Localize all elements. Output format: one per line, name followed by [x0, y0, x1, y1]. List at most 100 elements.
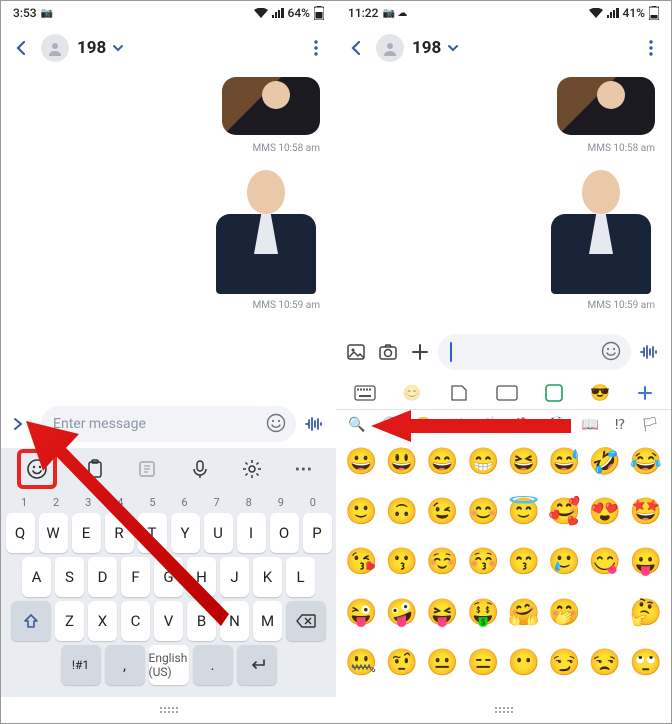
emoji[interactable]: 😉 [423, 494, 462, 530]
voice-icon[interactable] [304, 414, 326, 434]
more-toolbar-icon[interactable]: ⋯ [290, 455, 318, 483]
emoji[interactable]: 🥰 [545, 494, 584, 530]
shift-key[interactable] [11, 601, 51, 641]
emoji[interactable]: 😇 [505, 494, 544, 530]
emoji[interactable]: 🤗 [505, 595, 544, 631]
more-icon[interactable] [304, 36, 328, 60]
key[interactable]: S [55, 557, 84, 597]
emoji-icon[interactable] [601, 341, 623, 363]
emoji-cat[interactable]: 🏳 [641, 417, 659, 433]
emoji[interactable]: 😁 [464, 444, 503, 480]
key[interactable]: T [138, 513, 167, 553]
emoji[interactable]: 🤣 [586, 444, 625, 480]
emoji[interactable]: 🤔 [626, 595, 665, 631]
text-extract-icon[interactable] [133, 455, 161, 483]
back-icon[interactable] [344, 36, 368, 60]
avatar[interactable] [41, 34, 69, 62]
emoji[interactable]: ☺️ [423, 544, 462, 580]
settings-icon[interactable] [238, 455, 266, 483]
emoji[interactable]: 😄 [423, 444, 462, 480]
sticker-tab-icon[interactable] [449, 383, 469, 403]
message-input[interactable] [438, 334, 631, 370]
emoji[interactable]: 🤪 [383, 595, 422, 631]
key[interactable]: K [253, 557, 282, 597]
keyboard-tab-icon[interactable] [354, 385, 376, 401]
emoji[interactable]: 😶 [505, 645, 544, 681]
voice-icon[interactable] [639, 342, 661, 362]
emoji[interactable]: 😆 [505, 444, 544, 480]
gif-tab-icon[interactable] [496, 385, 518, 401]
back-icon[interactable] [9, 36, 33, 60]
key[interactable]: D [88, 557, 117, 597]
comma-key[interactable]: , [105, 645, 145, 685]
key[interactable]: Y [171, 513, 200, 553]
bitmoji-tab-icon[interactable] [545, 384, 563, 402]
key[interactable]: B [187, 601, 216, 641]
message-image[interactable] [557, 77, 655, 135]
emoji[interactable]: 😒 [586, 645, 625, 681]
emoji-cat[interactable]: 📖 [582, 417, 599, 433]
emoji-key-icon[interactable] [23, 455, 51, 483]
emoji[interactable]: 😜 [342, 595, 381, 631]
emoji[interactable]: 😂 [626, 444, 665, 480]
emoji[interactable]: 🙃 [383, 494, 422, 530]
key[interactable]: N [220, 601, 249, 641]
emoji-tab[interactable]: 😊 [403, 384, 422, 402]
emoji[interactable]: 😏 [545, 645, 584, 681]
backspace-key[interactable] [286, 601, 326, 641]
emoji[interactable]: 😚 [464, 544, 503, 580]
camera-icon[interactable] [378, 342, 398, 362]
key[interactable]: I [237, 513, 266, 553]
key[interactable]: R [105, 513, 134, 553]
emoji[interactable]: 🤨 [383, 645, 422, 681]
emoji[interactable]: 😛 [626, 544, 665, 580]
keyboard-handle-icon[interactable] [492, 705, 516, 715]
keyboard-handle-icon[interactable] [157, 705, 181, 715]
contact-name[interactable]: 198 [412, 38, 459, 58]
add-tab-icon[interactable] [637, 385, 653, 401]
symbols-key[interactable]: !#1 [61, 645, 101, 685]
message-image[interactable] [547, 166, 655, 294]
key[interactable]: L [286, 557, 315, 597]
emoji[interactable]: 😃 [383, 444, 422, 480]
emoji[interactable]: 😑 [464, 645, 503, 681]
enter-key[interactable] [237, 645, 277, 685]
key[interactable]: G [154, 557, 183, 597]
key[interactable]: O [270, 513, 299, 553]
emoji[interactable]: 🙄 [626, 645, 665, 681]
emoji-cat[interactable]: 🔍 [348, 417, 365, 433]
more-icon[interactable] [639, 36, 663, 60]
space-key[interactable]: English (US) [149, 645, 189, 685]
emoji-cat[interactable]: 🏠 [515, 417, 532, 433]
key[interactable]: M [253, 601, 282, 641]
emoji-icon[interactable] [266, 413, 288, 435]
plus-icon[interactable] [410, 342, 430, 362]
message-image[interactable] [222, 77, 320, 135]
mic-icon[interactable] [186, 455, 214, 483]
emoji-cat[interactable]: 🍴 [481, 417, 498, 433]
key[interactable]: A [22, 557, 51, 597]
emoji[interactable]: 😅 [545, 444, 584, 480]
emoji[interactable]: 🥲 [545, 544, 584, 580]
avatar[interactable] [376, 34, 404, 62]
emoji-cat[interactable]: ⚽ [548, 417, 565, 433]
expand-icon[interactable] [11, 417, 33, 431]
emoji[interactable]: 😙 [505, 544, 544, 580]
key[interactable]: U [204, 513, 233, 553]
contact-name[interactable]: 198 [77, 38, 124, 58]
key[interactable]: V [154, 601, 183, 641]
emoji-cat[interactable]: 😊 [415, 417, 432, 433]
message-image[interactable] [212, 166, 320, 294]
key[interactable]: X [88, 601, 117, 641]
emoji[interactable] [586, 595, 625, 631]
key[interactable]: Q [6, 513, 35, 553]
emoji[interactable]: 🙂 [342, 494, 381, 530]
emoji[interactable]: 🤭 [545, 595, 584, 631]
emoji[interactable]: 😊 [464, 494, 503, 530]
emoji-cat[interactable]: ⁉ [615, 417, 625, 433]
key[interactable]: F [121, 557, 150, 597]
emoji[interactable]: 😗 [383, 544, 422, 580]
emoji[interactable]: 😝 [423, 595, 462, 631]
dot-key[interactable]: . [193, 645, 233, 685]
emoji-cat[interactable]: 🐶 [448, 417, 465, 433]
